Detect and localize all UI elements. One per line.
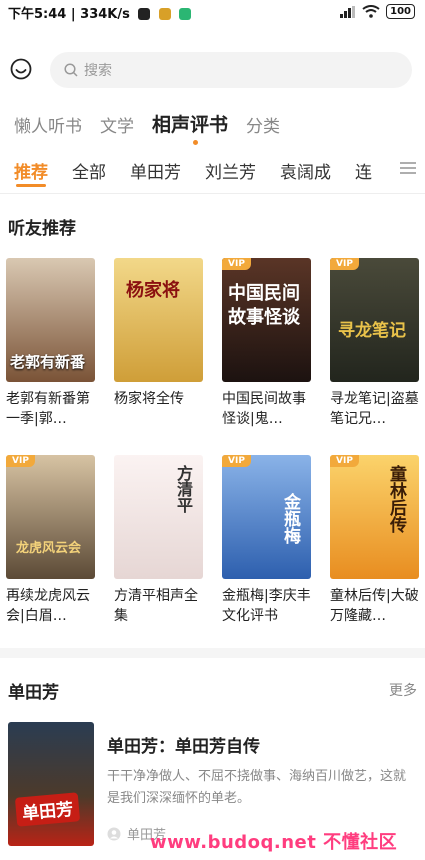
smile-profile-icon[interactable] xyxy=(10,58,32,80)
book-cover[interactable]: VIP 金瓶梅 xyxy=(222,455,311,579)
status-left: 下午5:44 | 334K/s xyxy=(8,3,192,22)
vip-badge: VIP xyxy=(222,455,251,467)
book-cover[interactable]: 杨家将 xyxy=(114,258,203,382)
tab-wenxue[interactable]: 文学 xyxy=(100,112,134,137)
search-icon xyxy=(64,63,78,77)
book-title[interactable]: 方清平相声全集 xyxy=(114,586,203,626)
vip-badge: VIP xyxy=(330,258,359,270)
cover-title: 龙虎风云会 xyxy=(16,541,82,556)
menu-icon[interactable] xyxy=(399,160,417,176)
app-notify-icon xyxy=(179,8,192,20)
cover-title: 老郭有新番 xyxy=(10,353,86,371)
subtab-yuankuocheng[interactable]: 袁阔成 xyxy=(280,158,331,183)
wifi-icon xyxy=(362,5,380,18)
status-speed: 334K/s xyxy=(80,7,130,22)
subtab-liulanfang[interactable]: 刘兰芳 xyxy=(205,158,256,183)
featured-cover-title: 单田芳 xyxy=(14,792,81,827)
section-title: 单田芳 xyxy=(8,683,59,703)
app-notify-icon xyxy=(138,8,151,20)
tab-fenlei[interactable]: 分类 xyxy=(246,112,280,137)
cover-title: 寻龙笔记 xyxy=(338,321,406,341)
book-cover[interactable]: VIP 童林后传 xyxy=(330,455,419,579)
featured-cover[interactable]: 单田芳 xyxy=(8,722,94,846)
signal-icon xyxy=(340,5,356,18)
user-icon xyxy=(107,827,121,840)
status-right: 100 xyxy=(340,4,415,19)
status-time: 下午5:44 xyxy=(8,7,67,22)
cover-title: 中国民间故事怪谈 xyxy=(228,283,300,328)
book-title[interactable]: 寻龙笔记|盗墓笔记兄… xyxy=(330,389,419,429)
subtab-partial[interactable]: 连 xyxy=(355,158,372,183)
featured-title[interactable]: 单田芳：单田芳自传 xyxy=(107,732,260,757)
cover-title: 杨家将 xyxy=(126,280,180,301)
status-bar: 下午5:44 | 334K/s 100 xyxy=(0,0,425,24)
vip-badge: VIP xyxy=(222,258,251,270)
book-title[interactable]: 再续龙虎风云会|白眉… xyxy=(6,586,95,626)
book-card[interactable]: 杨家将 杨家将全传 xyxy=(114,258,203,429)
book-title[interactable]: 杨家将全传 xyxy=(114,389,203,429)
sub-tabs: 推荐 全部 单田芳 刘兰芳 袁阔成 连 xyxy=(14,158,394,183)
book-cover[interactable]: VIP 龙虎风云会 xyxy=(6,455,95,579)
book-card[interactable]: VIP 龙虎风云会 再续龙虎风云会|白眉… xyxy=(6,455,95,626)
cover-title: 方清平 xyxy=(174,465,193,513)
book-cover[interactable]: VIP 中国民间故事怪谈 xyxy=(222,258,311,382)
book-title[interactable]: 童林后传|大破万隆藏… xyxy=(330,586,419,626)
book-title[interactable]: 老郭有新番第一季|郭… xyxy=(6,389,95,429)
subtab-quanbu[interactable]: 全部 xyxy=(72,158,106,183)
book-card[interactable]: VIP 金瓶梅 金瓶梅|李庆丰文化评书 xyxy=(222,455,311,626)
search-input[interactable]: 搜索 xyxy=(50,52,412,88)
app-notify-icon xyxy=(158,8,171,20)
book-card[interactable]: VIP 寻龙笔记 寻龙笔记|盗墓笔记兄… xyxy=(330,258,419,429)
cover-title: 金瓶梅 xyxy=(280,493,300,544)
battery-icon: 100 xyxy=(386,4,415,19)
top-bar: 搜索 xyxy=(0,50,425,90)
book-grid-row-2: VIP 龙虎风云会 再续龙虎风云会|白眉… 方清平 方清平相声全集 VIP 金瓶… xyxy=(6,455,420,626)
divider xyxy=(0,193,425,194)
book-card[interactable]: VIP 童林后传 童林后传|大破万隆藏… xyxy=(330,455,419,626)
book-cover[interactable]: 老郭有新番 xyxy=(6,258,95,382)
subtab-tuijian[interactable]: 推荐 xyxy=(14,158,48,183)
cover-title: 童林后传 xyxy=(386,465,406,533)
book-cover[interactable]: VIP 寻龙笔记 xyxy=(330,258,419,382)
subtab-shantianfang[interactable]: 单田芳 xyxy=(130,158,181,183)
book-card[interactable]: VIP 中国民间故事怪谈 中国民间故事怪谈|鬼… xyxy=(222,258,311,429)
book-grid-row-1: 老郭有新番 老郭有新番第一季|郭… 杨家将 杨家将全传 VIP 中国民间故事怪谈… xyxy=(6,258,420,429)
watermark: www.budoq.net 不懂社区 xyxy=(150,832,398,853)
featured-desc: 干干净净做人、不屈不挠做事、海纳百川做艺，这就是我们深深缅怀的单老。 xyxy=(107,769,407,806)
book-cover[interactable]: 方清平 xyxy=(114,455,203,579)
book-title[interactable]: 金瓶梅|李庆丰文化评书 xyxy=(222,586,311,626)
vip-badge: VIP xyxy=(6,455,35,467)
book-title[interactable]: 中国民间故事怪谈|鬼… xyxy=(222,389,311,429)
book-card[interactable]: 方清平 方清平相声全集 xyxy=(114,455,203,626)
tab-xiangsheng[interactable]: 相声评书 xyxy=(152,110,228,137)
section-title: 听友推荐 xyxy=(8,219,76,239)
category-tabs: 懒人听书 文学 相声评书 分类 xyxy=(14,112,280,137)
tab-lanren[interactable]: 懒人听书 xyxy=(14,112,82,137)
book-card[interactable]: 老郭有新番 老郭有新番第一季|郭… xyxy=(6,258,95,429)
more-link[interactable]: 更多 xyxy=(389,680,417,700)
active-tab-dot xyxy=(193,140,198,145)
vip-badge: VIP xyxy=(330,455,359,467)
subtab-underline xyxy=(16,184,46,187)
section-separator xyxy=(0,648,425,658)
search-placeholder: 搜索 xyxy=(84,63,112,79)
